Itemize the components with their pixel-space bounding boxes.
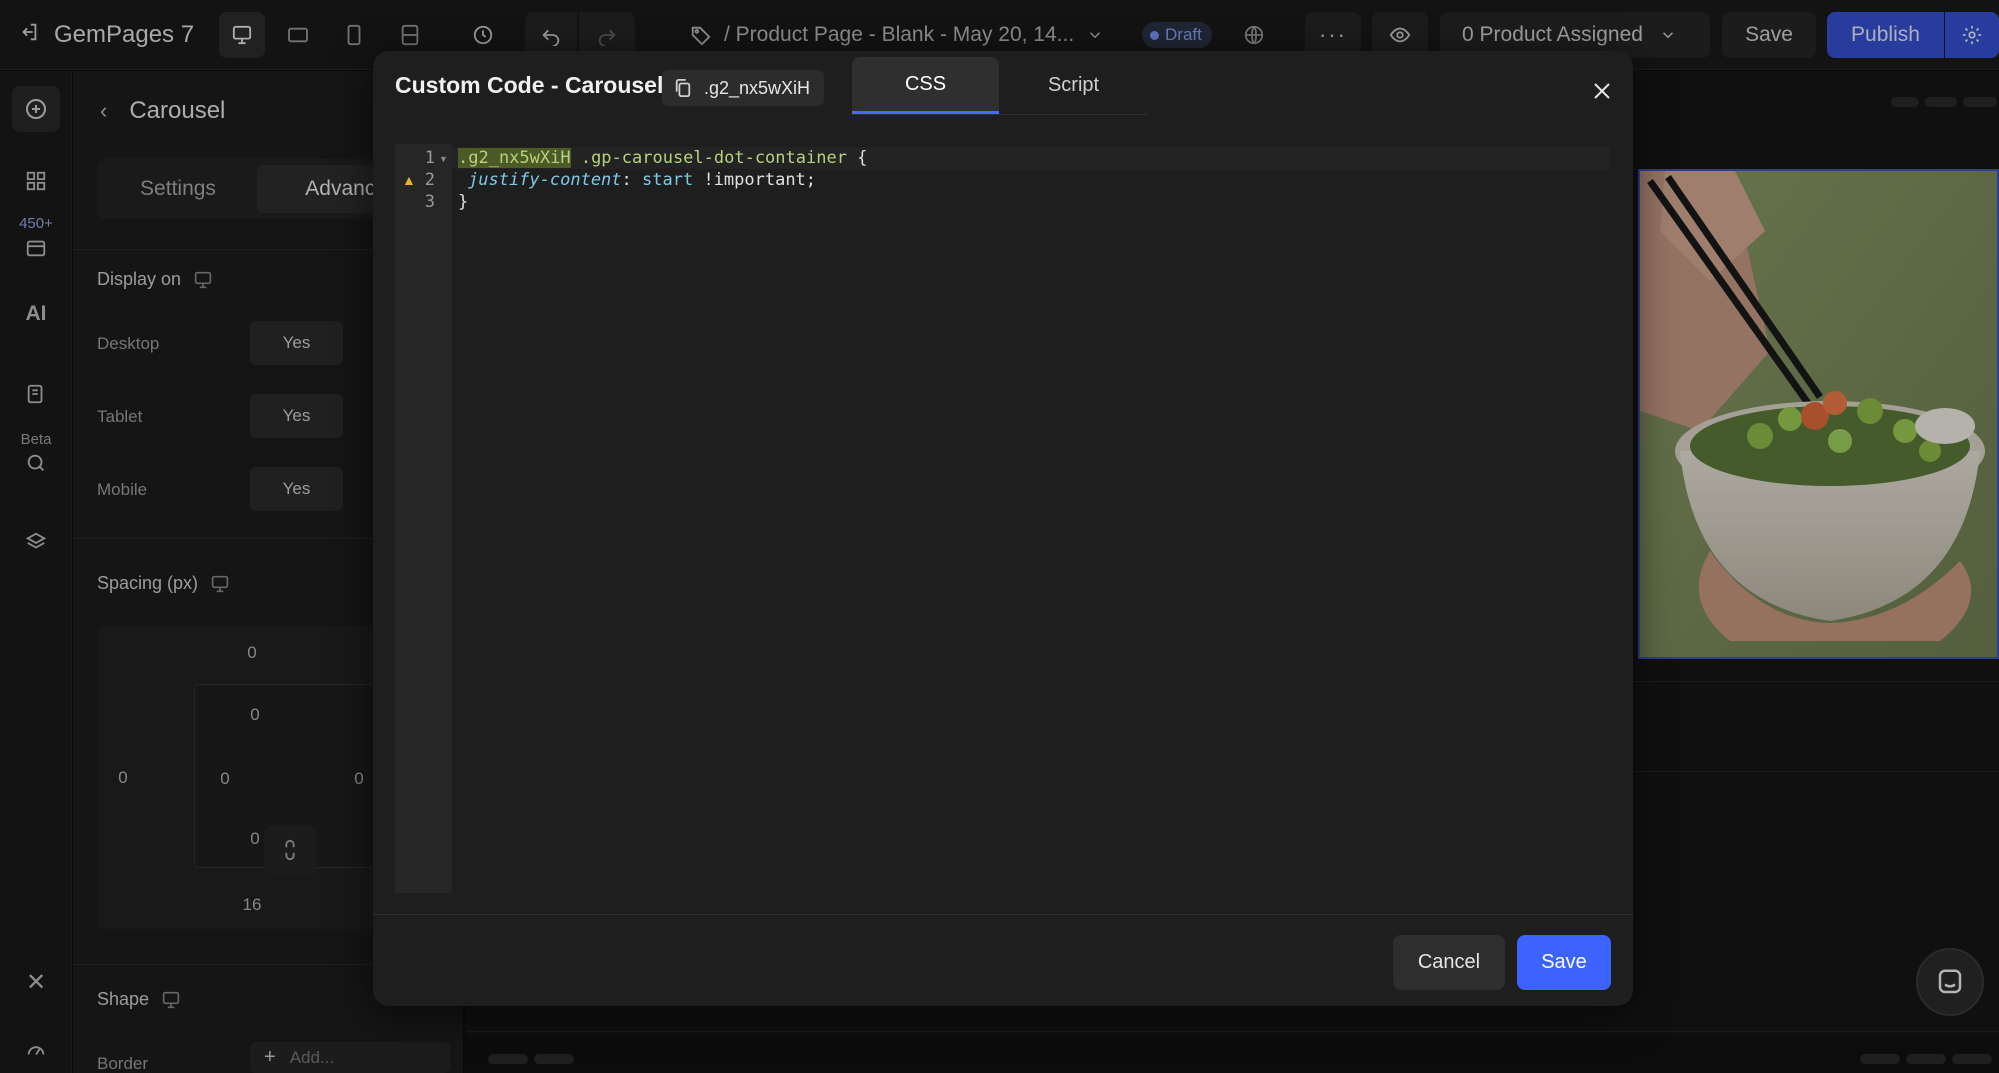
code-brace-open: { [857,148,868,168]
code-brace-close: } [458,192,469,212]
copy-class-chip[interactable]: .g2_nx5wXiH [662,70,825,106]
class-name: .g2_nx5wXiH [704,77,811,98]
close-icon [1594,83,1610,99]
line-gutter: 1 ▼ ▲ 2 3 [395,144,452,893]
cancel-button[interactable]: Cancel [1393,935,1505,990]
code-editor[interactable]: 1 ▼ ▲ 2 3 .g2_nx5wXiH .gp-carousel-dot-c… [395,144,1610,893]
code-line-3: } [458,191,468,213]
code-colon: : [621,170,643,190]
save-button[interactable]: Save [1517,935,1611,990]
copy-icon [675,79,691,97]
code-selector: .g2_nx5wXiH [458,148,571,168]
tab-script[interactable]: Script [1000,57,1147,114]
code-property: justify-content [468,170,622,190]
fold-arrow-icon[interactable]: ▼ [439,154,448,164]
code-line-2: justify-content: start !important; [468,169,816,191]
code-line-1: .g2_nx5wXiH .gp-carousel-dot-container { [458,147,867,169]
line-number: 3 [424,192,435,212]
close-button[interactable] [1584,73,1620,109]
tab-css[interactable]: CSS [852,57,999,114]
code-important: !important; [693,170,817,190]
code-tabs: CSS Script [852,57,1147,115]
modal-footer: Cancel Save [373,914,1633,1006]
line-number: 1 [424,148,435,168]
line-number: 2 [424,170,435,190]
custom-code-modal: Custom Code - Carousel .g2_nx5wXiH CSS S… [373,51,1633,1006]
code-value: start [642,170,694,190]
code-selector-rest: .gp-carousel-dot-container [570,148,858,168]
modal-title: Custom Code - Carousel [395,72,664,98]
